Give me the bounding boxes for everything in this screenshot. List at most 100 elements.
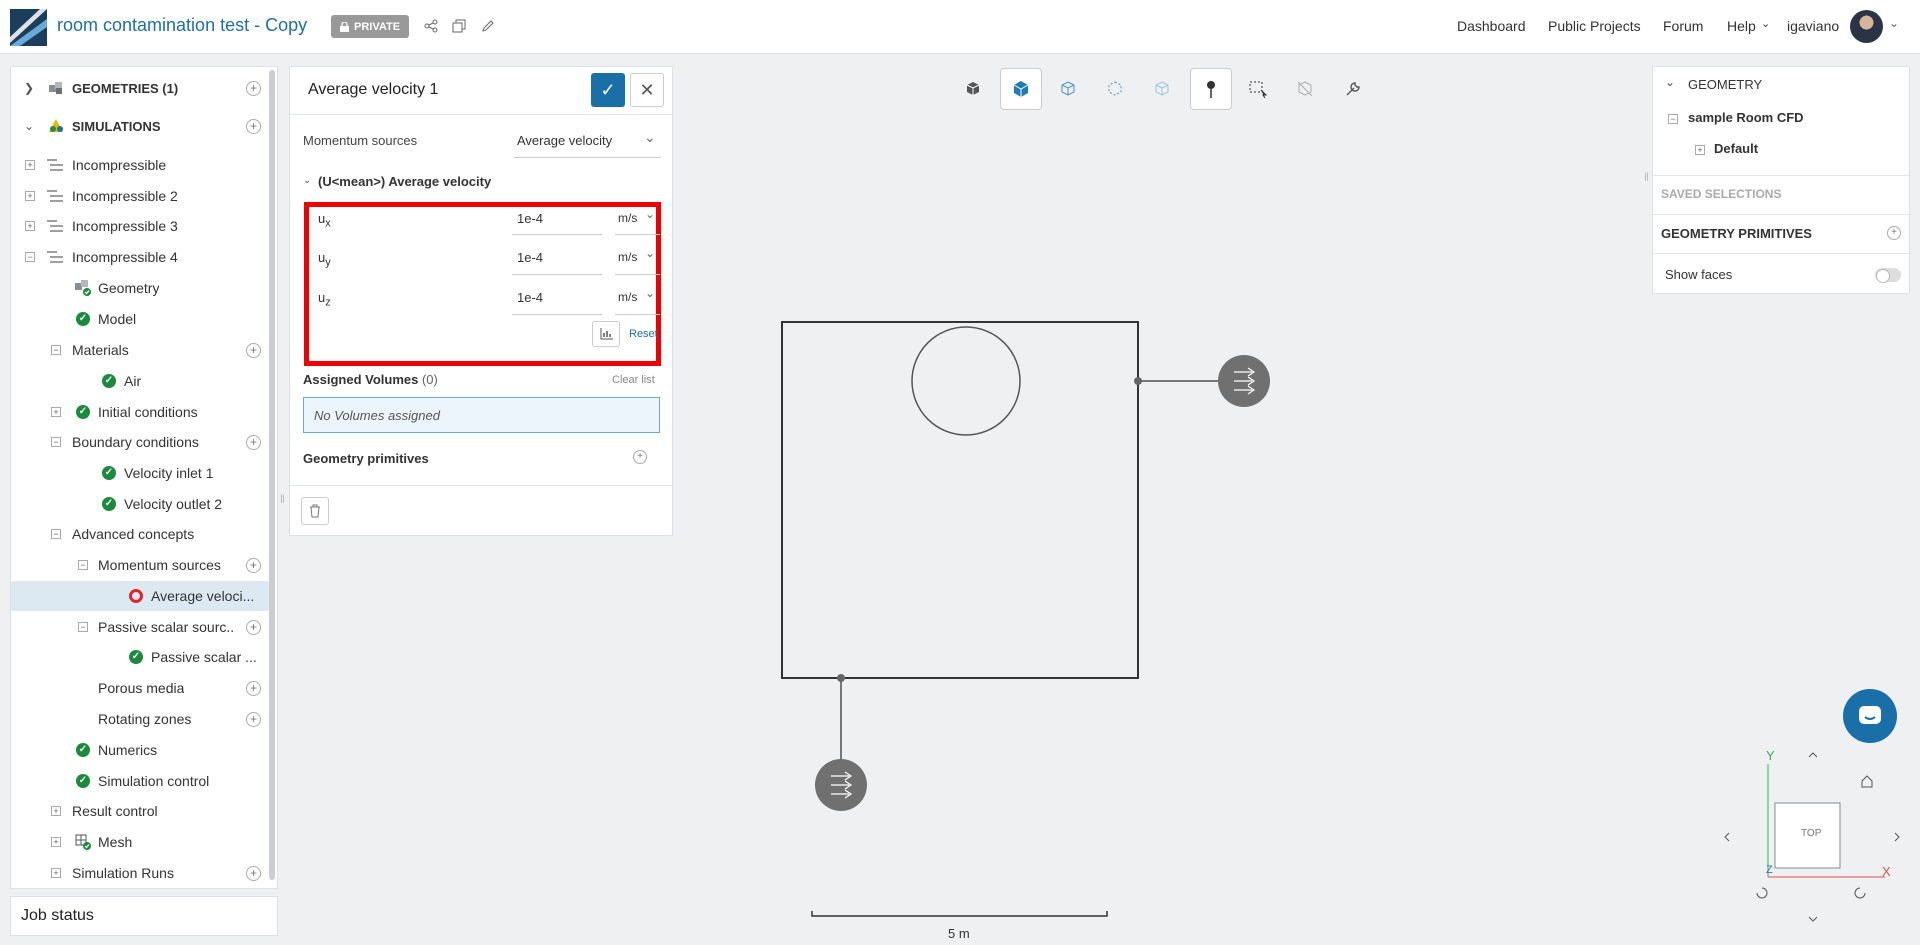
add-primitive-button[interactable]: + — [1887, 226, 1901, 240]
collapse-icon[interactable]: − — [51, 437, 61, 447]
tree-item-simulation-runs[interactable]: + Simulation Runs + — [11, 858, 269, 888]
collapse-icon[interactable]: − — [78, 622, 88, 632]
chevron-down-icon[interactable]: ⌄ — [1665, 75, 1675, 89]
tree-scrollbar[interactable] — [269, 70, 275, 880]
collapse-icon[interactable]: − — [51, 529, 61, 539]
nav-dashboard[interactable]: Dashboard — [1457, 18, 1526, 34]
section-heading[interactable]: (U<mean>) Average velocity — [318, 174, 491, 189]
tree-item-passive-scalar-sources[interactable]: − Passive scalar sourc... + — [11, 612, 269, 642]
resize-handle[interactable]: ‖ — [280, 492, 285, 506]
nav-help[interactable]: Help — [1727, 18, 1756, 34]
rotate-ccw-icon[interactable] — [1756, 887, 1768, 899]
tree-item-air[interactable]: ✓ Air — [11, 366, 269, 396]
point-probe-tool[interactable] — [1190, 68, 1232, 110]
rotate-right-icon[interactable] — [1894, 832, 1900, 842]
tree-item-porous-media[interactable]: Porous media + — [11, 673, 269, 703]
add-geometry-primitive-button[interactable]: + — [633, 450, 647, 464]
tree-item-momentum-sources[interactable]: − Momentum sources + — [11, 550, 269, 580]
render-solid-tool[interactable] — [1000, 68, 1042, 110]
collapse-icon[interactable]: − — [25, 252, 35, 262]
tree-item-average-velocity[interactable]: Average veloci... — [11, 581, 269, 611]
default-part[interactable]: Default — [1714, 141, 1758, 156]
tree-item-velocity-outlet[interactable]: ✓ Velocity outlet 2 — [11, 489, 269, 519]
job-status-panel[interactable]: Job status — [10, 896, 278, 936]
tree-item-mesh[interactable]: + Mesh — [11, 827, 269, 857]
collapse-icon[interactable]: − — [78, 560, 88, 570]
chevron-down-icon[interactable]: ⌄ — [303, 175, 311, 186]
reset-link[interactable]: Reset — [629, 328, 658, 340]
tree-simulations[interactable]: ⌄ SIMULATIONS + — [11, 111, 269, 141]
expand-icon[interactable]: + — [51, 868, 61, 878]
geometry-heading[interactable]: GEOMETRY — [1688, 77, 1762, 92]
no-volumes-box[interactable]: No Volumes assigned — [303, 397, 660, 433]
home-icon[interactable] — [1861, 775, 1873, 788]
uy-input[interactable]: 1e-4 — [517, 250, 543, 265]
rotate-left-icon[interactable] — [1724, 832, 1730, 842]
view-cube-tool[interactable] — [952, 68, 994, 110]
tree-item-velocity-inlet[interactable]: ✓ Velocity inlet 1 — [11, 458, 269, 488]
confirm-button[interactable]: ✓ — [591, 73, 625, 107]
ux-unit[interactable]: m/s — [618, 211, 637, 225]
tree-geometries[interactable]: ❯ GEOMETRIES (1) + — [11, 73, 269, 103]
chevron-down-icon[interactable]: ⌄ — [1761, 17, 1770, 30]
tree-item-boundary-conditions[interactable]: − Boundary conditions + — [11, 427, 269, 457]
rotate-down-icon[interactable] — [1808, 916, 1818, 922]
add-passive-scalar-source-button[interactable]: + — [246, 619, 261, 635]
avatar[interactable] — [1850, 10, 1883, 43]
settings-tool[interactable] — [1332, 68, 1374, 110]
tree-item-incompressible[interactable]: + Incompressible — [11, 150, 269, 180]
add-geometry-button[interactable]: + — [246, 80, 261, 96]
tree-item-result-control[interactable]: + Result control — [11, 796, 269, 826]
tree-item-rotating-zones[interactable]: Rotating zones + — [11, 704, 269, 734]
nav-public-projects[interactable]: Public Projects — [1548, 18, 1641, 34]
ux-input[interactable]: 1e-4 — [517, 211, 543, 226]
chevron-down-icon[interactable]: ⌄ — [644, 129, 656, 146]
render-points-tool[interactable] — [1094, 68, 1136, 110]
collapse-icon[interactable]: − — [1668, 114, 1678, 124]
uz-input[interactable]: 1e-4 — [517, 290, 543, 305]
tree-item-initial-conditions[interactable]: + ✓ Initial conditions — [11, 397, 269, 427]
add-simulation-run-button[interactable]: + — [246, 865, 261, 881]
tree-item-materials[interactable]: − Materials + — [11, 335, 269, 365]
add-rotating-zone-button[interactable]: + — [246, 711, 261, 727]
tree-item-model[interactable]: ✓ Model — [11, 304, 269, 334]
rotate-up-icon[interactable] — [1808, 752, 1818, 758]
delete-button[interactable] — [301, 497, 329, 525]
geometry-name[interactable]: sample Room CFD — [1688, 110, 1804, 125]
uz-unit[interactable]: m/s — [618, 290, 637, 304]
copy-icon[interactable] — [450, 17, 468, 35]
add-simulation-button[interactable]: + — [246, 118, 261, 134]
box-select-tool[interactable] — [1237, 68, 1279, 110]
type-select[interactable]: Average velocity — [517, 133, 612, 148]
collapse-icon[interactable]: − — [51, 345, 61, 355]
clear-list-link[interactable]: Clear list — [612, 374, 655, 386]
view-navigator[interactable] — [1715, 745, 1905, 935]
add-material-button[interactable]: + — [246, 342, 261, 358]
project-title[interactable]: room contamination test - Copy — [57, 15, 307, 36]
chevron-down-icon[interactable]: ⌄ — [24, 119, 34, 133]
close-button[interactable]: ✕ — [630, 73, 664, 107]
table-input-button[interactable] — [592, 321, 620, 347]
resize-handle[interactable]: ‖ — [1644, 170, 1649, 184]
tree-item-incompressible-2[interactable]: + Incompressible 2 — [11, 181, 269, 211]
render-transparent-tool[interactable] — [1141, 68, 1183, 110]
add-boundary-condition-button[interactable]: + — [246, 434, 261, 450]
rotate-cw-icon[interactable] — [1854, 887, 1866, 899]
expand-icon[interactable]: + — [25, 160, 35, 170]
hide-tool[interactable] — [1284, 68, 1326, 110]
chevron-right-icon[interactable]: ❯ — [24, 81, 34, 95]
user-menu-chevron-icon[interactable]: ⌄ — [1889, 16, 1899, 30]
edit-icon[interactable] — [479, 17, 497, 35]
expand-icon[interactable]: + — [25, 191, 35, 201]
chat-button[interactable] — [1843, 689, 1897, 743]
add-porous-media-button[interactable]: + — [246, 680, 261, 696]
chevron-down-icon[interactable]: ⌄ — [645, 207, 655, 221]
tree-item-passive-scalar[interactable]: ✓ Passive scalar ... — [11, 642, 269, 672]
username[interactable]: igaviano — [1787, 18, 1839, 34]
expand-icon[interactable]: + — [25, 221, 35, 231]
tree-item-advanced-concepts[interactable]: − Advanced concepts — [11, 519, 269, 549]
nav-forum[interactable]: Forum — [1663, 18, 1703, 34]
chevron-down-icon[interactable]: ⌄ — [645, 246, 655, 260]
expand-icon[interactable]: + — [51, 806, 61, 816]
tree-item-simulation-control[interactable]: ✓ Simulation control — [11, 766, 269, 796]
